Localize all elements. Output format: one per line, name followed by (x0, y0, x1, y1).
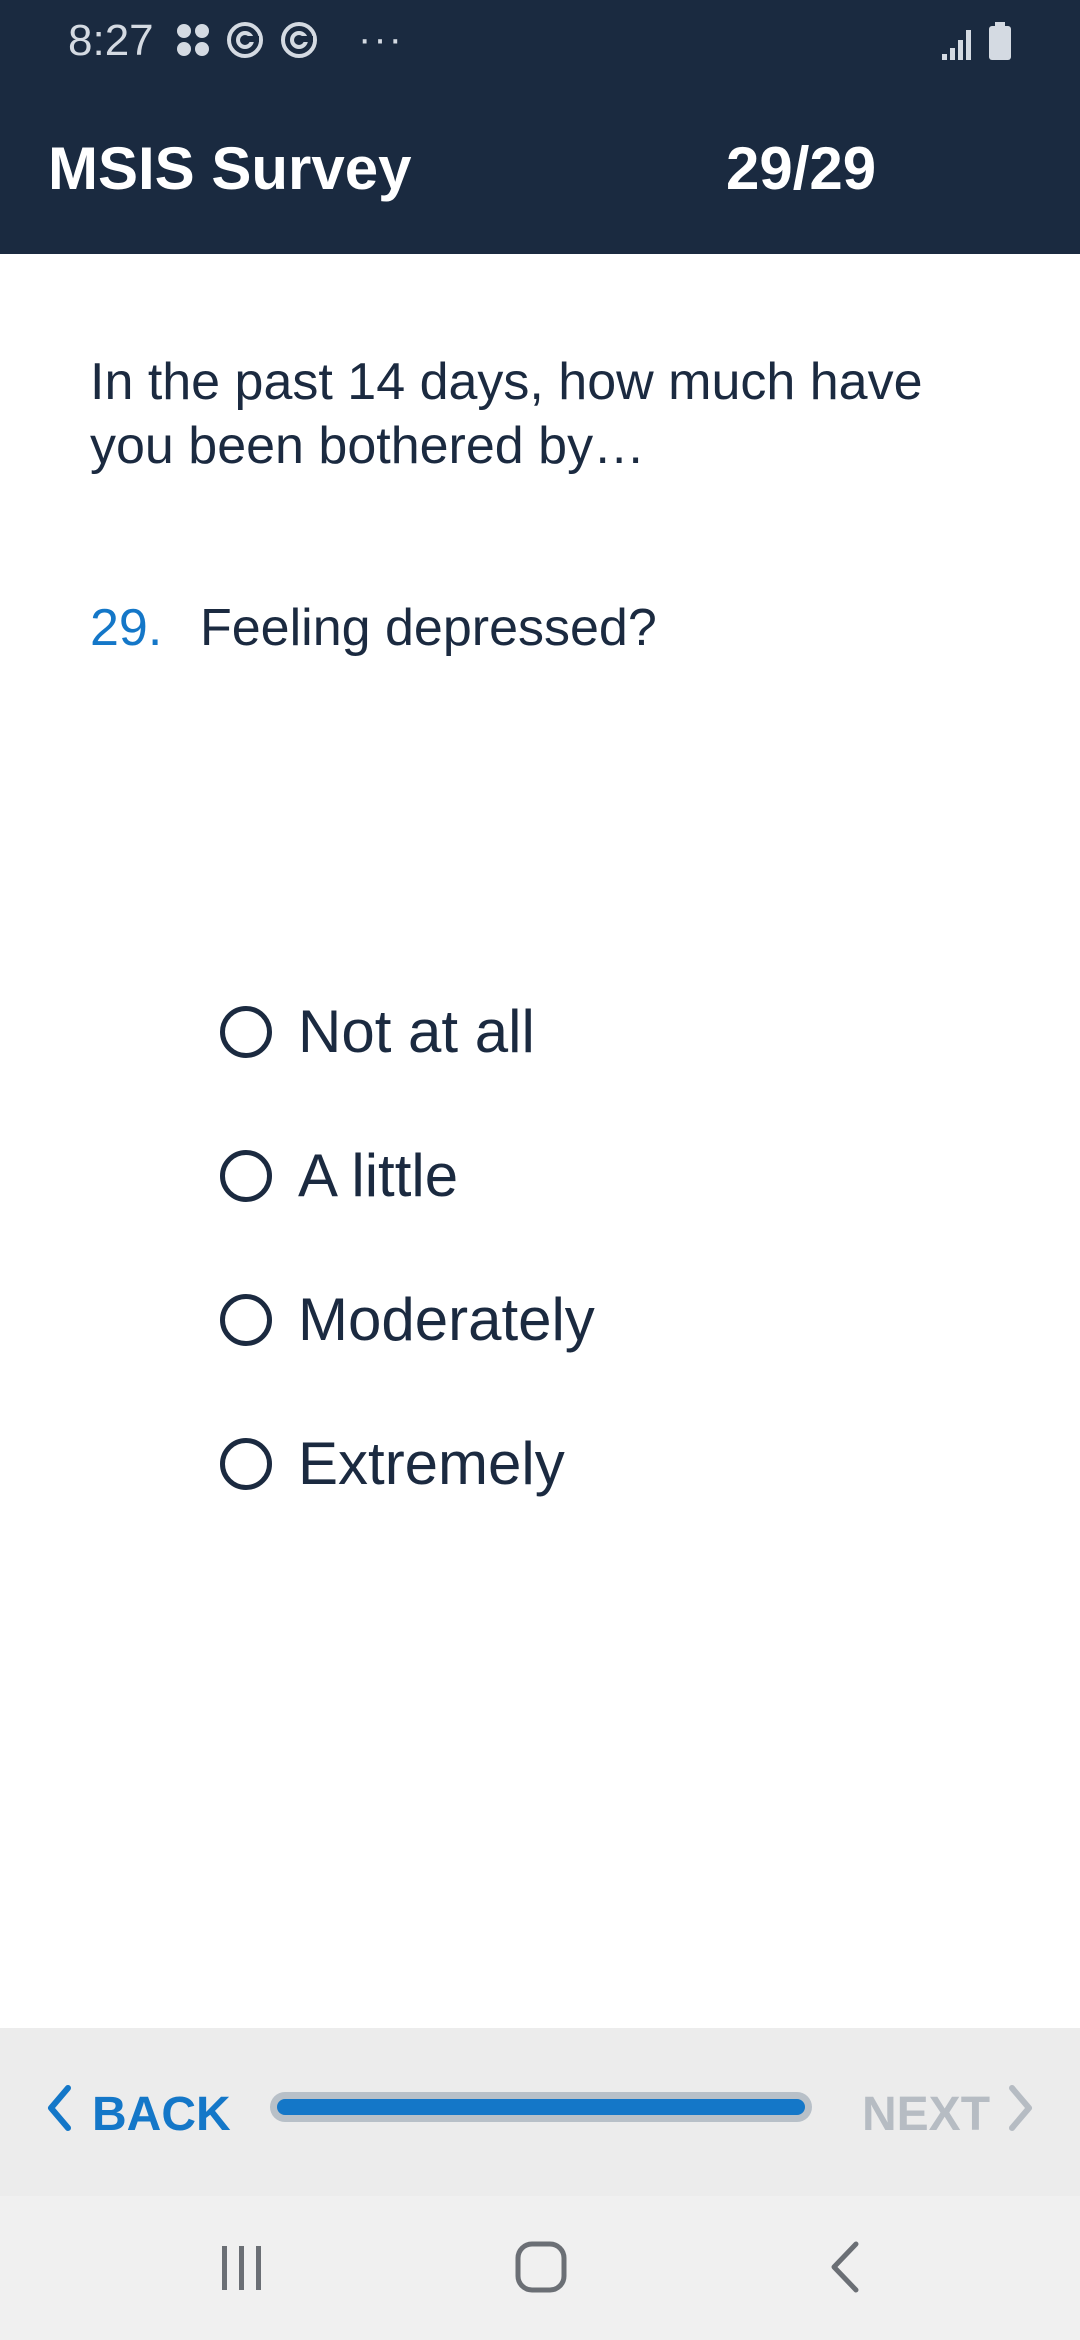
answer-options: Not at all A little Moderately Extremely (220, 960, 595, 1536)
home-icon[interactable] (514, 2236, 570, 2301)
progress-bar (270, 2092, 812, 2122)
status-time: 8:27 (68, 16, 154, 65)
chevron-left-icon (46, 2084, 92, 2145)
question-counter: 29/29 (726, 135, 877, 202)
radio-button-icon[interactable] (220, 1294, 272, 1346)
survey-footer: BACK NEXT (0, 2028, 1080, 2196)
next-button[interactable]: NEXT (862, 2084, 1034, 2145)
grid-apps-icon (175, 22, 211, 58)
option-not-at-all[interactable]: Not at all (220, 960, 595, 1104)
option-a-little[interactable]: A little (220, 1104, 595, 1248)
battery-icon (988, 22, 1012, 67)
option-label: Extremely (298, 1430, 565, 1497)
option-label: Moderately (298, 1286, 595, 1353)
next-label: NEXT (862, 2087, 991, 2141)
radio-button-icon[interactable] (220, 1006, 272, 1058)
status-notification-icons (175, 20, 319, 60)
sync-icon (279, 20, 319, 60)
option-label: Not at all (298, 998, 535, 1065)
question-number: 29. (90, 599, 163, 657)
survey-prompt: In the past 14 days, how much have you b… (90, 353, 923, 475)
option-extremely[interactable]: Extremely (220, 1392, 595, 1536)
back-label: BACK (92, 2087, 231, 2141)
option-label: A little (298, 1142, 459, 1209)
radio-button-icon[interactable] (220, 1150, 272, 1202)
back-button[interactable]: BACK (46, 2084, 231, 2145)
page-title: MSIS Survey (48, 135, 412, 202)
status-bar: 8:27 ··· (0, 0, 1080, 82)
status-system-icons (940, 22, 1012, 67)
app-bar: MSIS Survey 29/29 (0, 82, 1080, 254)
chevron-right-icon (990, 2084, 1034, 2145)
more-notifications-icon: ··· (358, 17, 404, 61)
recent-apps-icon[interactable] (218, 2236, 266, 2301)
question-text: Feeling depressed? (200, 599, 657, 657)
question: 29. Feeling depressed? (90, 596, 657, 660)
system-nav-bar (0, 2196, 1080, 2340)
radio-button-icon[interactable] (220, 1438, 272, 1490)
option-moderately[interactable]: Moderately (220, 1248, 595, 1392)
nav-back-icon[interactable] (826, 2236, 866, 2301)
signal-icon (940, 26, 976, 67)
sync-icon (225, 20, 265, 60)
progress-fill (277, 2099, 805, 2115)
